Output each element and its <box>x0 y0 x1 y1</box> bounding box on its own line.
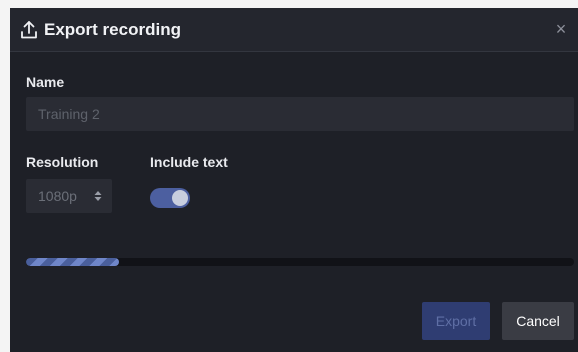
export-progress-bar <box>26 258 574 266</box>
dialog-header: Export recording × <box>10 8 578 52</box>
resolution-label: Resolution <box>26 154 99 170</box>
resolution-value: 1080p <box>38 188 77 204</box>
sort-caret-icon <box>94 191 102 201</box>
include-text-toggle[interactable] <box>150 188 190 208</box>
progress-fill <box>26 258 120 266</box>
toggle-knob <box>172 190 188 206</box>
resolution-select[interactable]: 1080p <box>26 179 112 213</box>
cancel-button[interactable]: Cancel <box>502 302 574 340</box>
close-icon[interactable]: × <box>550 18 572 40</box>
include-text-label: Include text <box>150 154 228 170</box>
dialog-title: Export recording <box>44 20 181 39</box>
name-input[interactable] <box>26 97 574 131</box>
upload-icon <box>21 21 37 39</box>
name-label: Name <box>26 74 65 90</box>
export-button[interactable]: Export <box>422 302 490 340</box>
export-dialog: Export recording × Name Resolution 1080p… <box>10 8 578 352</box>
